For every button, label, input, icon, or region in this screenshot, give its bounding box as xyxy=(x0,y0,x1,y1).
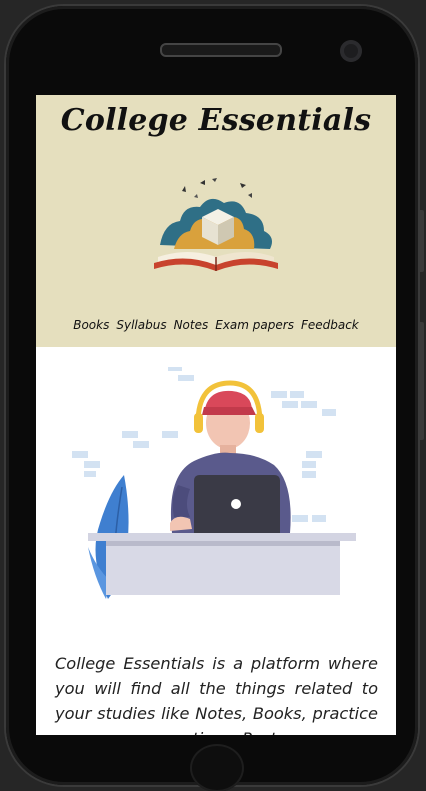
device-stage: College Essentials Books Syllabus Notes … xyxy=(0,0,426,791)
volume-button[interactable] xyxy=(418,210,424,272)
nav-item-notes[interactable]: Notes xyxy=(174,318,209,332)
nav-item-books[interactable]: Books xyxy=(73,318,109,332)
open-book-icon xyxy=(154,178,278,271)
site-header: College Essentials Books Syllabus Notes … xyxy=(36,95,396,347)
power-button[interactable] xyxy=(418,322,424,440)
main-nav: Books Syllabus Notes Exam papers Feedbac… xyxy=(36,318,396,332)
site-title: College Essentials xyxy=(60,103,372,138)
home-button[interactable] xyxy=(190,744,244,791)
nav-item-exam-papers[interactable]: Exam papers xyxy=(215,318,294,332)
about-paragraph: College Essentials is a platform where y… xyxy=(55,654,378,735)
student-with-laptop-illustration xyxy=(72,367,356,599)
app-screen: College Essentials Books Syllabus Notes … xyxy=(36,95,396,735)
nav-item-syllabus[interactable]: Syllabus xyxy=(116,318,166,332)
nav-item-feedback[interactable]: Feedback xyxy=(301,318,359,332)
phone-speaker xyxy=(160,43,282,57)
front-camera-icon xyxy=(340,40,362,62)
